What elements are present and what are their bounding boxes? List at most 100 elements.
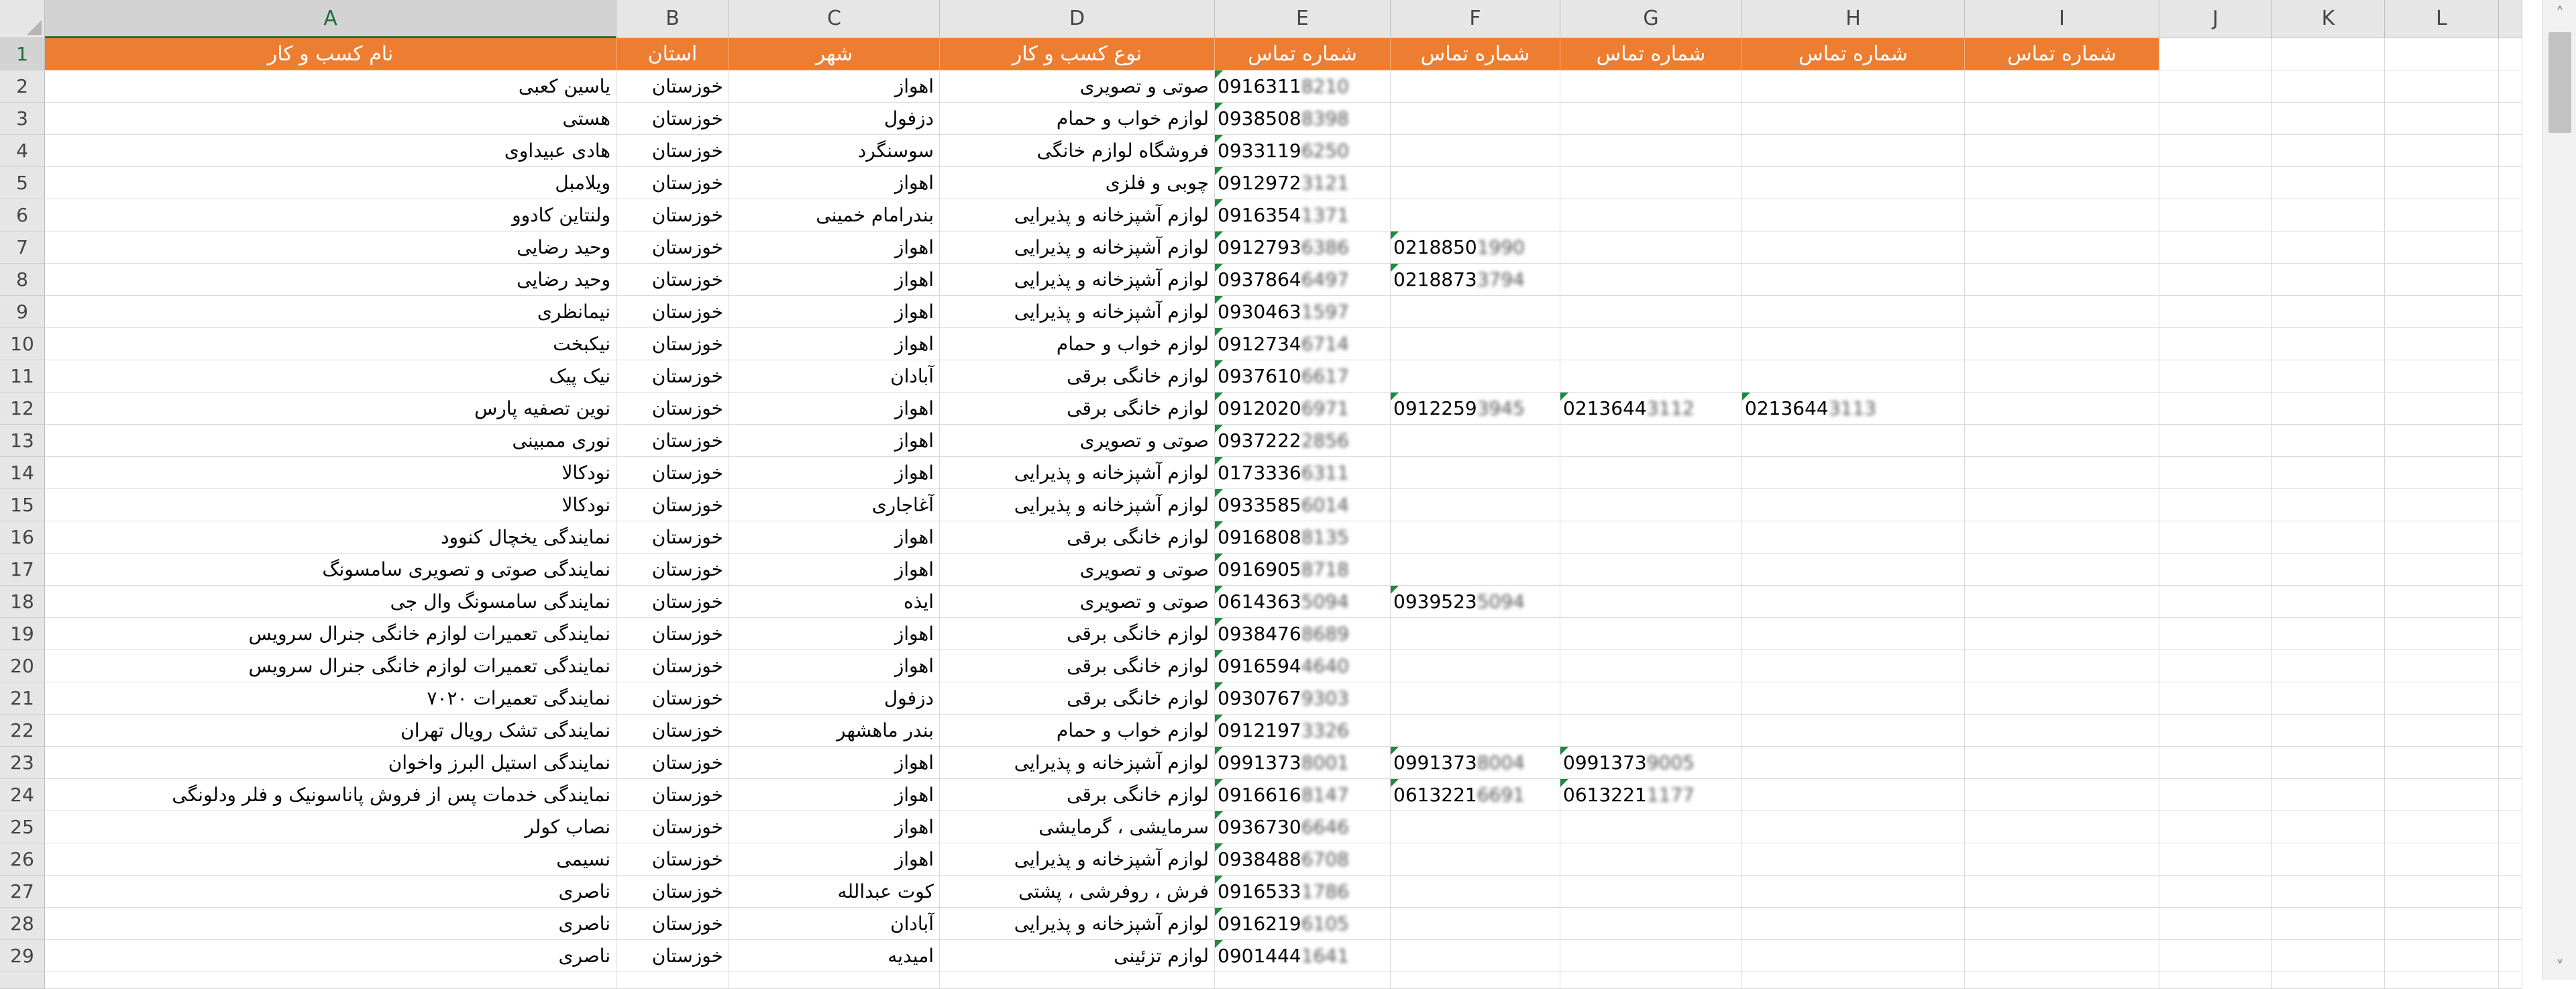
cell-empty[interactable] [2499, 779, 2522, 811]
cell-empty[interactable] [2499, 618, 2522, 650]
phone-cell-e[interactable]: 09165944640 [1215, 650, 1391, 682]
phone-cell-e[interactable]: 09120206971 [1215, 393, 1391, 425]
cell-empty[interactable] [2272, 167, 2385, 199]
header-cell-a[interactable]: نام کسب و کار [45, 38, 616, 70]
row-header[interactable]: 11 [0, 360, 45, 393]
cell-empty[interactable] [2159, 554, 2272, 586]
city-cell[interactable]: اهواز [729, 457, 940, 489]
province-cell[interactable]: خوزستان [616, 135, 729, 167]
city-cell[interactable]: دزفول [729, 682, 940, 715]
province-cell[interactable]: خوزستان [616, 747, 729, 779]
phone-cell-e[interactable]: 09163118210 [1215, 70, 1391, 103]
cell-empty[interactable] [2159, 876, 2272, 908]
city-cell[interactable]: اهواز [729, 296, 940, 328]
city-cell[interactable]: اهواز [729, 618, 940, 650]
cell-empty[interactable] [1560, 425, 1742, 457]
column-header-f[interactable]: F [1391, 0, 1560, 38]
cell-empty[interactable] [2499, 715, 2522, 747]
cell-empty[interactable] [2385, 876, 2499, 908]
cell-empty[interactable] [1965, 908, 2159, 940]
cell-empty[interactable] [2385, 103, 2499, 135]
city-cell[interactable]: اهواز [729, 779, 940, 811]
cell-empty[interactable] [2272, 38, 2385, 70]
row-header[interactable]: 13 [0, 425, 45, 457]
cell-empty[interactable] [1391, 715, 1560, 747]
row-header[interactable]: 17 [0, 554, 45, 586]
phone-cell-e[interactable]: 09127346714 [1215, 328, 1391, 360]
header-cell-b[interactable]: استان [616, 38, 729, 70]
business-name-cell[interactable]: نمایندگی خدمات پس از فروش پاناسونیک و فل… [45, 779, 616, 811]
business-type-cell[interactable]: لوازم خانگی برقی [940, 682, 1215, 715]
phone-cell-f[interactable]: 09122593945 [1391, 393, 1560, 425]
cell-empty[interactable] [2159, 167, 2272, 199]
cell-empty[interactable] [2159, 135, 2272, 167]
city-cell[interactable]: اهواز [729, 393, 940, 425]
cell-empty[interactable] [1560, 682, 1742, 715]
cell-empty[interactable] [1391, 103, 1560, 135]
row-header[interactable]: 25 [0, 811, 45, 843]
row-header[interactable]: 12 [0, 393, 45, 425]
cell-empty[interactable] [1742, 360, 1965, 393]
phone-cell-e[interactable]: 09376106617 [1215, 360, 1391, 393]
cell-empty[interactable] [1965, 779, 2159, 811]
cell-empty[interactable] [1560, 586, 1742, 618]
cell-empty[interactable] [2272, 489, 2385, 521]
province-cell[interactable]: خوزستان [616, 650, 729, 682]
phone-cell-e[interactable]: 09384886708 [1215, 843, 1391, 876]
cell-empty[interactable] [2272, 425, 2385, 457]
cell-empty[interactable] [1391, 908, 1560, 940]
business-name-cell[interactable]: نسیمی [45, 843, 616, 876]
cell-empty[interactable] [2385, 779, 2499, 811]
cell-empty[interactable] [1391, 360, 1560, 393]
cell-empty[interactable] [1965, 521, 2159, 554]
business-type-cell[interactable]: لوازم آشپزخانه و پذیرایی [940, 296, 1215, 328]
phone-cell-e[interactable]: 09384768689 [1215, 618, 1391, 650]
cell-empty[interactable] [1965, 843, 2159, 876]
cell-empty[interactable] [1965, 618, 2159, 650]
city-cell[interactable]: اهواز [729, 843, 940, 876]
row-header[interactable]: 29 [0, 940, 45, 972]
cell-empty[interactable] [2159, 457, 2272, 489]
business-type-cell[interactable]: لوازم آشپزخانه و پذیرایی [940, 843, 1215, 876]
cell-empty[interactable] [2385, 715, 2499, 747]
cell-empty[interactable] [1560, 554, 1742, 586]
cell-empty[interactable] [2272, 199, 2385, 231]
cell-empty[interactable] [2159, 747, 2272, 779]
cell-empty[interactable] [1560, 360, 1742, 393]
cell-empty[interactable] [2159, 328, 2272, 360]
cell-empty[interactable] [2272, 586, 2385, 618]
cell-empty[interactable] [1391, 876, 1560, 908]
cell-empty[interactable] [2385, 70, 2499, 103]
business-name-cell[interactable]: ویلامبل [45, 167, 616, 199]
province-cell[interactable]: خوزستان [616, 231, 729, 264]
row-header[interactable]: 5 [0, 167, 45, 199]
business-type-cell[interactable]: لوازم خواب و حمام [940, 103, 1215, 135]
cell-empty[interactable] [2272, 264, 2385, 296]
business-name-cell[interactable]: ناصری [45, 908, 616, 940]
column-header-d[interactable]: D [940, 0, 1215, 38]
cell-empty[interactable] [2499, 38, 2522, 70]
business-name-cell[interactable]: ناصری [45, 876, 616, 908]
cell-empty[interactable] [1391, 296, 1560, 328]
business-name-cell[interactable]: وحید رضایی [45, 264, 616, 296]
city-cell[interactable]: اهواز [729, 425, 940, 457]
cell-empty[interactable] [2499, 650, 2522, 682]
cell-empty[interactable] [1965, 554, 2159, 586]
city-cell[interactable]: اهواز [729, 70, 940, 103]
cell-empty[interactable] [2159, 38, 2272, 70]
row-header[interactable]: 3 [0, 103, 45, 135]
vertical-scrollbar[interactable]: ˄ ˅ [2542, 0, 2576, 980]
phone-cell-e[interactable]: 09378646497 [1215, 264, 1391, 296]
cell-empty[interactable] [2385, 908, 2499, 940]
cell-empty[interactable] [2499, 328, 2522, 360]
cell-empty[interactable] [2159, 586, 2272, 618]
business-type-cell[interactable]: لوازم خانگی برقی [940, 618, 1215, 650]
province-cell[interactable]: خوزستان [616, 618, 729, 650]
cell-empty[interactable] [1560, 167, 1742, 199]
business-name-cell[interactable]: نیمانظری [45, 296, 616, 328]
phone-cell-e[interactable]: 09163541371 [1215, 199, 1391, 231]
cell-empty[interactable] [2385, 328, 2499, 360]
cell-empty[interactable] [1742, 650, 1965, 682]
cell-empty[interactable] [2159, 715, 2272, 747]
business-name-cell[interactable]: نمایندگی تشک رویال تهران [45, 715, 616, 747]
